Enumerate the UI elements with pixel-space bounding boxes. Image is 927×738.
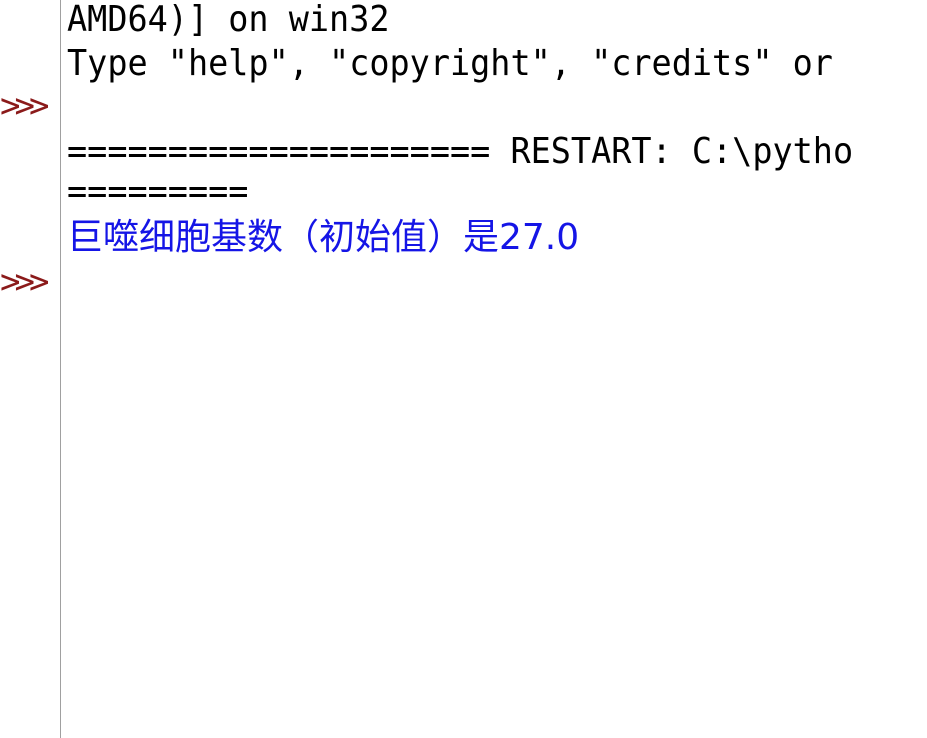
restart-banner-continuation: ========= bbox=[67, 171, 249, 212]
shell-prompt: >>> bbox=[0, 86, 49, 126]
shell-gutter: >>> >>> bbox=[0, 0, 61, 738]
banner-line-help-hint: Type "help", "copyright", "credits" or bbox=[67, 43, 833, 84]
restart-banner-line: ===================== RESTART: C:\pytho bbox=[67, 131, 854, 172]
program-output-line: 巨噬细胞基数（初始值）是27.0 bbox=[67, 217, 580, 258]
shell-prompt: >>> bbox=[0, 262, 49, 302]
banner-line-platform: AMD64)] on win32 bbox=[67, 0, 390, 40]
shell-text-area[interactable]: AMD64)] on win32 Type "help", "copyright… bbox=[62, 0, 927, 738]
